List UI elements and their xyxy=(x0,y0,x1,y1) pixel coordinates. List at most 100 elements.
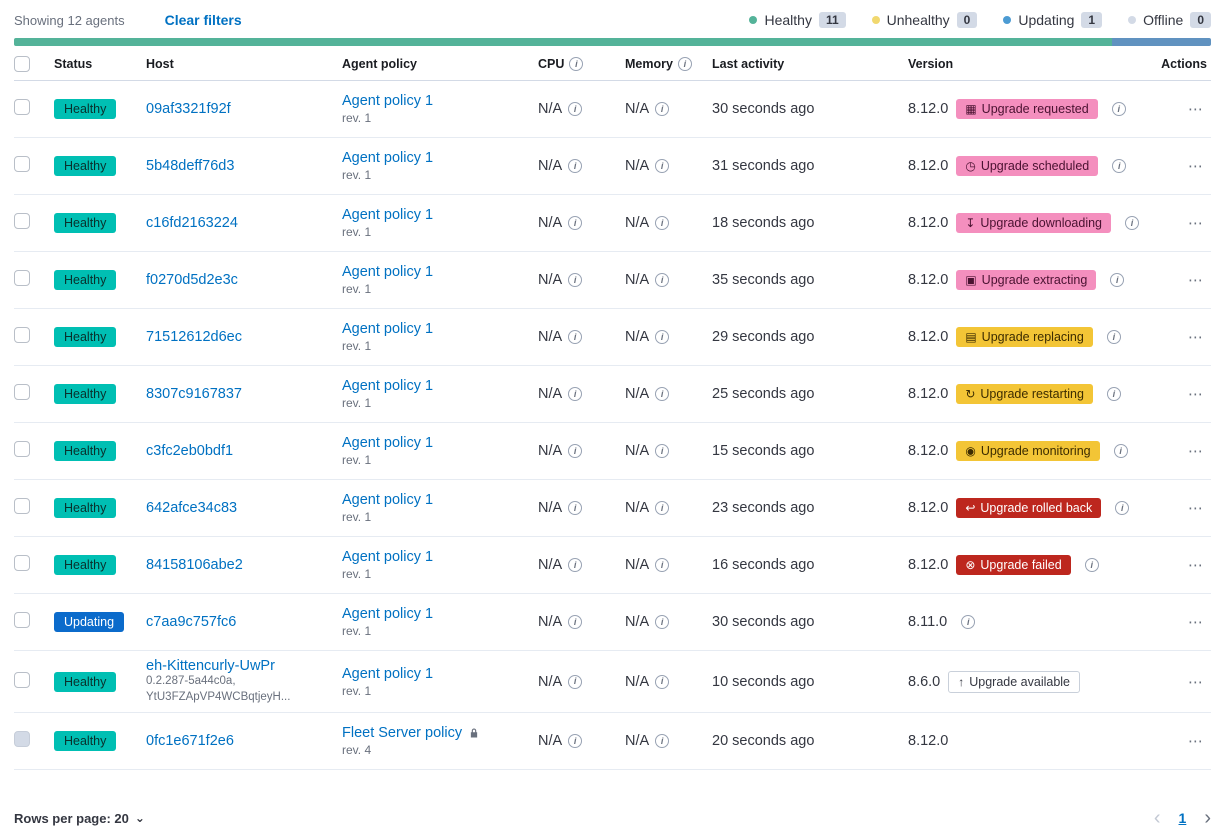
row-actions-button[interactable]: ⋯ xyxy=(1188,215,1205,232)
row-checkbox[interactable] xyxy=(14,99,30,115)
host-link[interactable]: 642afce34c83 xyxy=(146,500,237,516)
memory-na-info-icon[interactable]: i xyxy=(655,159,669,173)
cpu-value: N/A xyxy=(538,158,562,174)
agent-policy-link[interactable]: Agent policy 1 xyxy=(342,492,433,508)
memory-na-info-icon[interactable]: i xyxy=(655,615,669,629)
agent-policy-link[interactable]: Agent policy 1 xyxy=(342,93,433,109)
upgrade-info-icon[interactable]: i xyxy=(1085,558,1099,572)
row-checkbox[interactable] xyxy=(14,731,30,747)
next-page-button[interactable]: › xyxy=(1204,808,1211,828)
row-actions-button[interactable]: ⋯ xyxy=(1188,733,1205,750)
cpu-na-info-icon[interactable]: i xyxy=(568,102,582,116)
host-link[interactable]: c3fc2eb0bdf1 xyxy=(146,443,233,459)
agent-policy-link[interactable]: Agent policy 1 xyxy=(342,606,433,622)
inspect-icon: ◉ xyxy=(965,445,975,457)
cpu-na-info-icon[interactable]: i xyxy=(568,330,582,344)
row-checkbox[interactable] xyxy=(14,672,30,688)
cpu-na-info-icon[interactable]: i xyxy=(568,675,582,689)
agent-policy-link[interactable]: Fleet Server policy xyxy=(342,725,462,741)
memory-na-info-icon[interactable]: i xyxy=(655,501,669,515)
row-actions-button[interactable]: ⋯ xyxy=(1188,443,1205,460)
row-checkbox[interactable] xyxy=(14,156,30,172)
host-link[interactable]: 0fc1e671f2e6 xyxy=(146,733,234,749)
upgrade-info-icon[interactable]: i xyxy=(1114,444,1128,458)
memory-na-info-icon[interactable]: i xyxy=(655,558,669,572)
legend-item-healthy[interactable]: Healthy11 xyxy=(749,12,845,28)
upgrade-info-icon[interactable]: i xyxy=(1107,330,1121,344)
memory-na-info-icon[interactable]: i xyxy=(655,216,669,230)
cpu-info-icon[interactable]: i xyxy=(569,57,583,71)
page-number[interactable]: 1 xyxy=(1179,810,1187,826)
memory-na-info-icon[interactable]: i xyxy=(655,734,669,748)
row-checkbox[interactable] xyxy=(14,213,30,229)
memory-na-info-icon[interactable]: i xyxy=(655,102,669,116)
agent-policy-link[interactable]: Agent policy 1 xyxy=(342,666,433,682)
select-all-checkbox[interactable] xyxy=(14,56,30,72)
row-checkbox[interactable] xyxy=(14,555,30,571)
cpu-na-info-icon[interactable]: i xyxy=(568,387,582,401)
host-link[interactable]: f0270d5d2e3c xyxy=(146,272,238,288)
cpu-na-info-icon[interactable]: i xyxy=(568,558,582,572)
agent-policy-link[interactable]: Agent policy 1 xyxy=(342,435,433,451)
upgrade-info-icon[interactable]: i xyxy=(961,615,975,629)
host-link[interactable]: 8307c9167837 xyxy=(146,386,242,402)
cpu-na-info-icon[interactable]: i xyxy=(568,734,582,748)
row-checkbox[interactable] xyxy=(14,498,30,514)
host-link[interactable]: c7aa9c757fc6 xyxy=(146,614,236,630)
legend-item-updating[interactable]: Updating1 xyxy=(1003,12,1102,28)
cpu-na-info-icon[interactable]: i xyxy=(568,216,582,230)
row-checkbox[interactable] xyxy=(14,441,30,457)
upgrade-info-icon[interactable]: i xyxy=(1125,216,1139,230)
memory-na-info-icon[interactable]: i xyxy=(655,273,669,287)
cpu-na-info-icon[interactable]: i xyxy=(568,444,582,458)
legend-item-unhealthy[interactable]: Unhealthy0 xyxy=(872,12,978,28)
host-link[interactable]: eh-Kittencurly-UwPr xyxy=(146,658,275,674)
row-actions-button[interactable]: ⋯ xyxy=(1188,386,1205,403)
agent-policy-link[interactable]: Agent policy 1 xyxy=(342,150,433,166)
agent-policy-link[interactable]: Agent policy 1 xyxy=(342,264,433,280)
row-checkbox[interactable] xyxy=(14,384,30,400)
version-value: 8.12.0 xyxy=(908,272,948,288)
agent-policy-link[interactable]: Agent policy 1 xyxy=(342,321,433,337)
host-link[interactable]: 71512612d6ec xyxy=(146,329,242,345)
table-row: Healthy 5b48deff76d3 Agent policy 1 rev.… xyxy=(14,138,1211,195)
legend-item-offline[interactable]: Offline0 xyxy=(1128,12,1211,28)
row-actions-button[interactable]: ⋯ xyxy=(1188,674,1205,691)
upgrade-info-icon[interactable]: i xyxy=(1107,387,1121,401)
row-actions-button[interactable]: ⋯ xyxy=(1188,158,1205,175)
cpu-na-info-icon[interactable]: i xyxy=(568,159,582,173)
rows-per-page-selector[interactable]: Rows per page: 20 ⌄ xyxy=(14,811,145,826)
cpu-na-info-icon[interactable]: i xyxy=(568,273,582,287)
agent-policy-link[interactable]: Agent policy 1 xyxy=(342,207,433,223)
row-actions-button[interactable]: ⋯ xyxy=(1188,500,1205,517)
host-link[interactable]: c16fd2163224 xyxy=(146,215,238,231)
upgrade-info-icon[interactable]: i xyxy=(1115,501,1129,515)
row-actions-button[interactable]: ⋯ xyxy=(1188,614,1205,631)
row-actions-button[interactable]: ⋯ xyxy=(1188,101,1205,118)
memory-na-info-icon[interactable]: i xyxy=(655,444,669,458)
row-actions-button[interactable]: ⋯ xyxy=(1188,272,1205,289)
agent-policy-link[interactable]: Agent policy 1 xyxy=(342,378,433,394)
row-actions-button[interactable]: ⋯ xyxy=(1188,557,1205,574)
row-checkbox[interactable] xyxy=(14,270,30,286)
upgrade-info-icon[interactable]: i xyxy=(1112,159,1126,173)
upgrade-info-icon[interactable]: i xyxy=(1112,102,1126,116)
clear-filters-link[interactable]: Clear filters xyxy=(165,12,242,28)
memory-info-icon[interactable]: i xyxy=(678,57,692,71)
cpu-na-info-icon[interactable]: i xyxy=(568,615,582,629)
progress-segment-updating xyxy=(1112,38,1211,46)
memory-na-info-icon[interactable]: i xyxy=(655,387,669,401)
previous-page-button[interactable]: ‹ xyxy=(1154,808,1161,828)
agent-policy-link[interactable]: Agent policy 1 xyxy=(342,549,433,565)
memory-na-info-icon[interactable]: i xyxy=(655,675,669,689)
host-link[interactable]: 84158106abe2 xyxy=(146,557,243,573)
upgrade-info-icon[interactable]: i xyxy=(1110,273,1124,287)
host-link[interactable]: 09af3321f92f xyxy=(146,101,231,117)
row-actions-button[interactable]: ⋯ xyxy=(1188,329,1205,346)
row-checkbox[interactable] xyxy=(14,327,30,343)
row-checkbox[interactable] xyxy=(14,612,30,628)
cpu-na-info-icon[interactable]: i xyxy=(568,501,582,515)
host-link[interactable]: 5b48deff76d3 xyxy=(146,158,234,174)
memory-na-info-icon[interactable]: i xyxy=(655,330,669,344)
memory-value: N/A xyxy=(625,386,649,402)
